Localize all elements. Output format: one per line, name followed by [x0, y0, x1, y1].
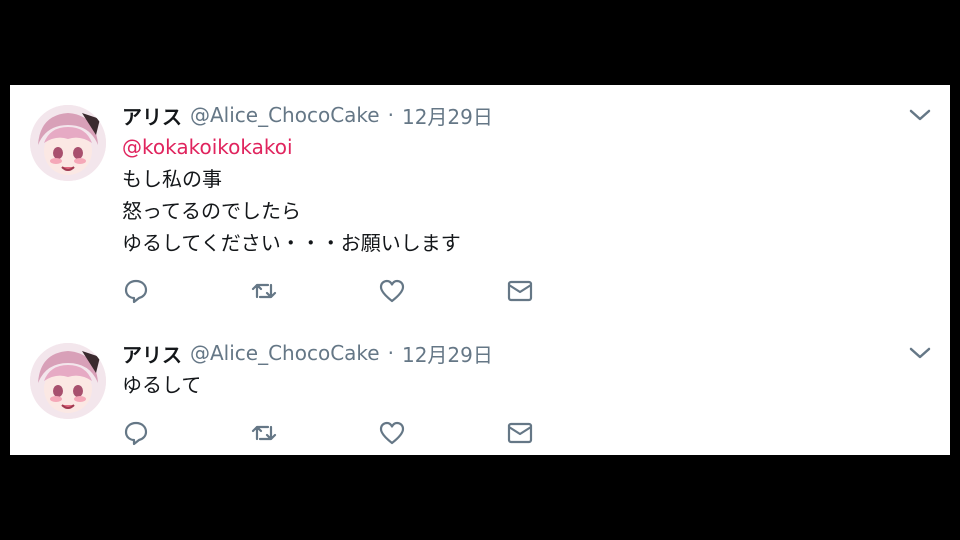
tweet-text: ゆるして — [122, 369, 201, 401]
envelope-icon[interactable] — [506, 277, 534, 305]
tweet-line: ゆるして — [122, 373, 202, 397]
envelope-icon[interactable] — [506, 419, 534, 447]
chevron-down-icon[interactable] — [908, 105, 932, 125]
tweet-line: ゆるしてください・・・お願いします — [122, 231, 461, 255]
retweet-button[interactable] — [250, 277, 378, 305]
tweet-date[interactable]: 12月29日 — [402, 101, 493, 130]
user-handle[interactable]: @Alice_ChocoCake — [190, 341, 380, 365]
reply-button[interactable] — [122, 419, 250, 447]
like-button[interactable] — [378, 277, 506, 305]
display-name[interactable]: アリス — [122, 101, 182, 130]
tweet-actions — [122, 277, 634, 305]
separator-dot: · — [387, 341, 394, 365]
tweet-header: アリス @Alice_ChocoCake · 12月29日 — [122, 101, 493, 129]
reply-icon[interactable] — [122, 277, 150, 305]
reply-icon[interactable] — [122, 419, 150, 447]
tweet[interactable]: アリス @Alice_ChocoCake · 12月29日 ゆるして — [10, 325, 950, 455]
direct-message-button[interactable] — [506, 277, 634, 305]
display-name[interactable]: アリス — [122, 339, 182, 368]
tweet-list: アリス @Alice_ChocoCake · 12月29日 @kokakoiko… — [10, 85, 950, 455]
reply-button[interactable] — [122, 277, 250, 305]
tweet-line: 怒ってるのでしたら — [122, 199, 301, 223]
tweet-text: @kokakoikokakoi もし私の事 怒ってるのでしたら ゆるしてください… — [122, 131, 461, 259]
retweet-button[interactable] — [250, 419, 378, 447]
avatar[interactable] — [30, 343, 106, 419]
separator-dot: · — [387, 103, 394, 127]
tweet[interactable]: アリス @Alice_ChocoCake · 12月29日 @kokakoiko… — [10, 85, 950, 325]
user-handle[interactable]: @Alice_ChocoCake — [190, 103, 380, 127]
heart-icon[interactable] — [378, 277, 406, 305]
heart-icon[interactable] — [378, 419, 406, 447]
like-button[interactable] — [378, 419, 506, 447]
chevron-down-icon[interactable] — [908, 343, 932, 363]
direct-message-button[interactable] — [506, 419, 634, 447]
tweet-header: アリス @Alice_ChocoCake · 12月29日 — [122, 339, 493, 367]
tweet-actions — [122, 419, 634, 447]
tweet-date[interactable]: 12月29日 — [402, 339, 493, 368]
retweet-icon[interactable] — [250, 277, 278, 305]
tweet-line: もし私の事 — [122, 167, 222, 191]
avatar[interactable] — [30, 105, 106, 181]
retweet-icon[interactable] — [250, 419, 278, 447]
mention-link[interactable]: @kokakoikokakoi — [122, 131, 461, 163]
